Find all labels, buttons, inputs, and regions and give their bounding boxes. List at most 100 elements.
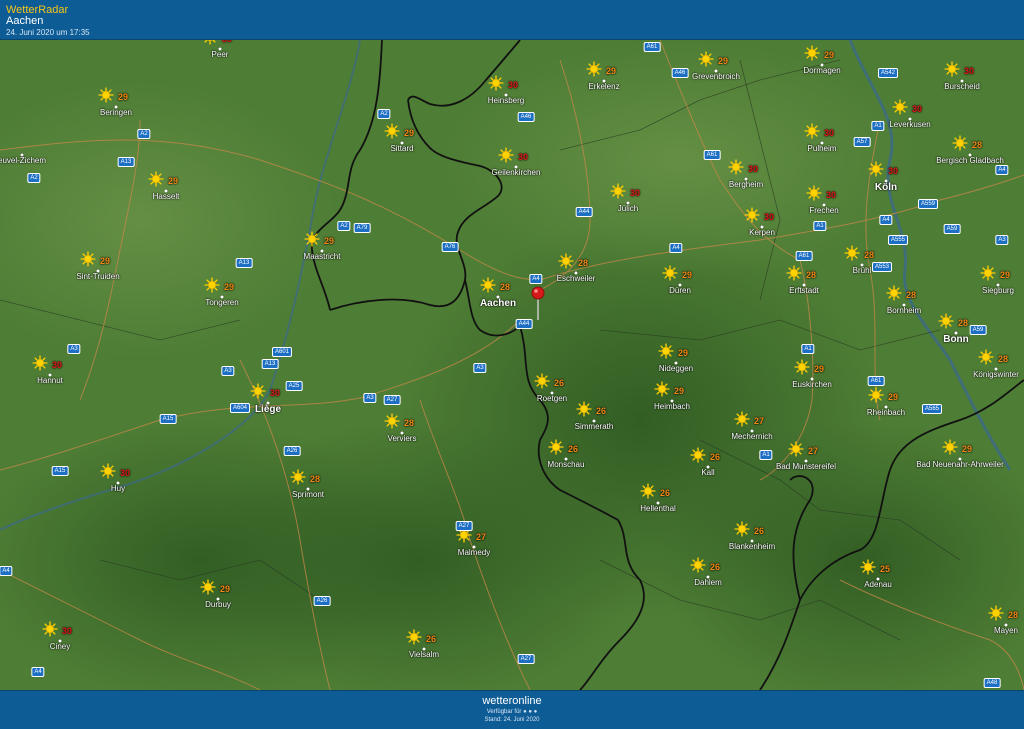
city-label[interactable]: Brühl <box>853 266 872 275</box>
city-label[interactable]: Siegburg <box>982 286 1014 295</box>
road-badge: A553 <box>871 262 893 272</box>
sun-icon <box>586 61 602 77</box>
sun-icon <box>794 359 810 375</box>
road-badge: A3 <box>67 344 81 354</box>
city-label[interactable]: Roetgen <box>537 394 567 403</box>
city-label[interactable]: Leverkusen <box>889 120 930 129</box>
city-label[interactable]: Nideggen <box>659 364 693 373</box>
road-badge: A48 <box>983 678 1001 688</box>
temperature-value: 26 <box>568 444 579 454</box>
city-label[interactable]: Hasselt <box>153 192 180 201</box>
city-label[interactable]: Bornheim <box>887 306 921 315</box>
sun-icon <box>690 557 706 573</box>
sun-icon <box>610 183 626 199</box>
city-label[interactable]: Jülich <box>618 204 638 213</box>
city-label[interactable]: Maastricht <box>304 252 341 261</box>
sun-icon <box>498 147 514 163</box>
city-label[interactable]: Vielsalm <box>409 650 439 659</box>
city-label[interactable]: Heinsberg <box>488 96 524 105</box>
city-label[interactable]: Euskirchen <box>792 380 832 389</box>
city-label[interactable]: Mechernich <box>731 432 772 441</box>
city-label[interactable]: Kall <box>701 468 714 477</box>
road-badge: A25 <box>285 381 303 391</box>
road-badge: A26 <box>313 596 331 606</box>
city-label[interactable]: Beringen <box>100 108 132 117</box>
city-label[interactable]: Verviers <box>388 434 417 443</box>
city-label[interactable]: Sint-Truiden <box>76 272 119 281</box>
city-label[interactable]: Grevenbroich <box>692 72 740 81</box>
city-label[interactable]: Bad Neuenahr-Ahrweiler <box>916 460 1004 469</box>
sun-icon <box>938 313 954 329</box>
city-label[interactable]: Eschweiler <box>557 274 596 283</box>
temperature-value: 26 <box>710 452 721 462</box>
city-label[interactable]: euvel-Zichem <box>0 156 46 165</box>
temperature-value: 27 <box>808 446 819 456</box>
city-label[interactable]: Erftstadt <box>789 286 819 295</box>
city-label[interactable]: Adenau <box>864 580 892 589</box>
temperature-value: 29 <box>324 236 335 246</box>
city-label[interactable]: Hannut <box>37 376 63 385</box>
city-label[interactable]: Bonn <box>943 334 969 345</box>
city-label[interactable]: Blankenheim <box>729 542 775 551</box>
temperature-value: 30 <box>748 164 759 174</box>
city-label[interactable]: Frechen <box>809 206 838 215</box>
city-label[interactable]: Rheinbach <box>867 408 905 417</box>
availability-label: Verfügbar für <box>486 709 522 715</box>
temperature-value: 29 <box>962 444 973 454</box>
app-header: WetterRadar Aachen 24. Juni 2020 um 17:3… <box>0 0 1024 40</box>
city-label[interactable]: Malmedy <box>458 548 490 557</box>
city-label[interactable]: Ciney <box>50 642 70 651</box>
road-badge: A4 <box>879 215 893 225</box>
city-label[interactable]: Monschau <box>548 460 585 469</box>
sun-icon <box>148 171 164 187</box>
road-badge: A61 <box>643 42 661 52</box>
temperature-value: 30 <box>120 468 131 478</box>
city-label[interactable]: Burscheid <box>944 82 980 91</box>
road-badge: A4 <box>31 667 45 677</box>
sun-icon <box>488 75 504 91</box>
city-label[interactable]: Bad Munstereifel <box>776 462 836 471</box>
city-label[interactable]: Pulheim <box>808 144 837 153</box>
city-label[interactable]: Köln <box>875 182 897 193</box>
sun-icon <box>978 349 994 365</box>
city-label[interactable]: Erkelenz <box>588 82 619 91</box>
city-label[interactable]: Peer <box>212 50 229 59</box>
city-label[interactable]: Tongeren <box>205 298 238 307</box>
temperature-value: 28 <box>500 282 511 292</box>
temperature-value: 26 <box>710 562 721 572</box>
temperature-value: 29 <box>718 56 729 66</box>
city-label[interactable]: Hellenthal <box>640 504 676 513</box>
weather-map[interactable]: Peer 30 Beringen 29 euvel-Zichem Hasselt 29 Sin… <box>0 40 1024 690</box>
city-label[interactable]: Dahlem <box>694 578 722 587</box>
city-label[interactable]: Huy <box>111 484 125 493</box>
sun-icon <box>952 135 968 151</box>
temperature-value: 26 <box>596 406 607 416</box>
road-badge: A1 <box>801 344 815 354</box>
city-label[interactable]: Durbuy <box>205 600 231 609</box>
city-label[interactable]: Liège <box>255 404 281 415</box>
temperature-value: 29 <box>814 364 825 374</box>
city-label[interactable]: Aachen <box>480 298 516 309</box>
city-label[interactable]: Simmerath <box>575 422 614 431</box>
city-label[interactable]: Bergisch Gladbach <box>936 156 1004 165</box>
temperature-value: 30 <box>826 190 837 200</box>
sun-icon <box>690 447 706 463</box>
city-label[interactable]: Bergheim <box>729 180 763 189</box>
city-label[interactable]: Düren <box>669 286 691 295</box>
city-label[interactable]: Heimbach <box>654 402 690 411</box>
road-badge: A59 <box>969 325 987 335</box>
city-label[interactable]: Königswinter <box>973 370 1019 379</box>
location-pin-icon[interactable] <box>531 286 545 322</box>
city-label[interactable]: Dormagen <box>803 66 840 75</box>
city-label[interactable]: Geilenkirchen <box>492 168 541 177</box>
temperature-value: 29 <box>220 584 231 594</box>
temperature-value: 30 <box>270 388 281 398</box>
city-label[interactable]: Kerpen <box>749 228 775 237</box>
temperature-value: 29 <box>168 176 179 186</box>
brand-logo[interactable]: wetteronline <box>482 695 541 707</box>
location-name[interactable]: Aachen <box>6 15 43 27</box>
city-label[interactable]: Sittard <box>390 144 413 153</box>
road-badge: A13 <box>117 157 135 167</box>
city-label[interactable]: Mayen <box>994 626 1018 635</box>
city-label[interactable]: Sprimont <box>292 490 324 499</box>
